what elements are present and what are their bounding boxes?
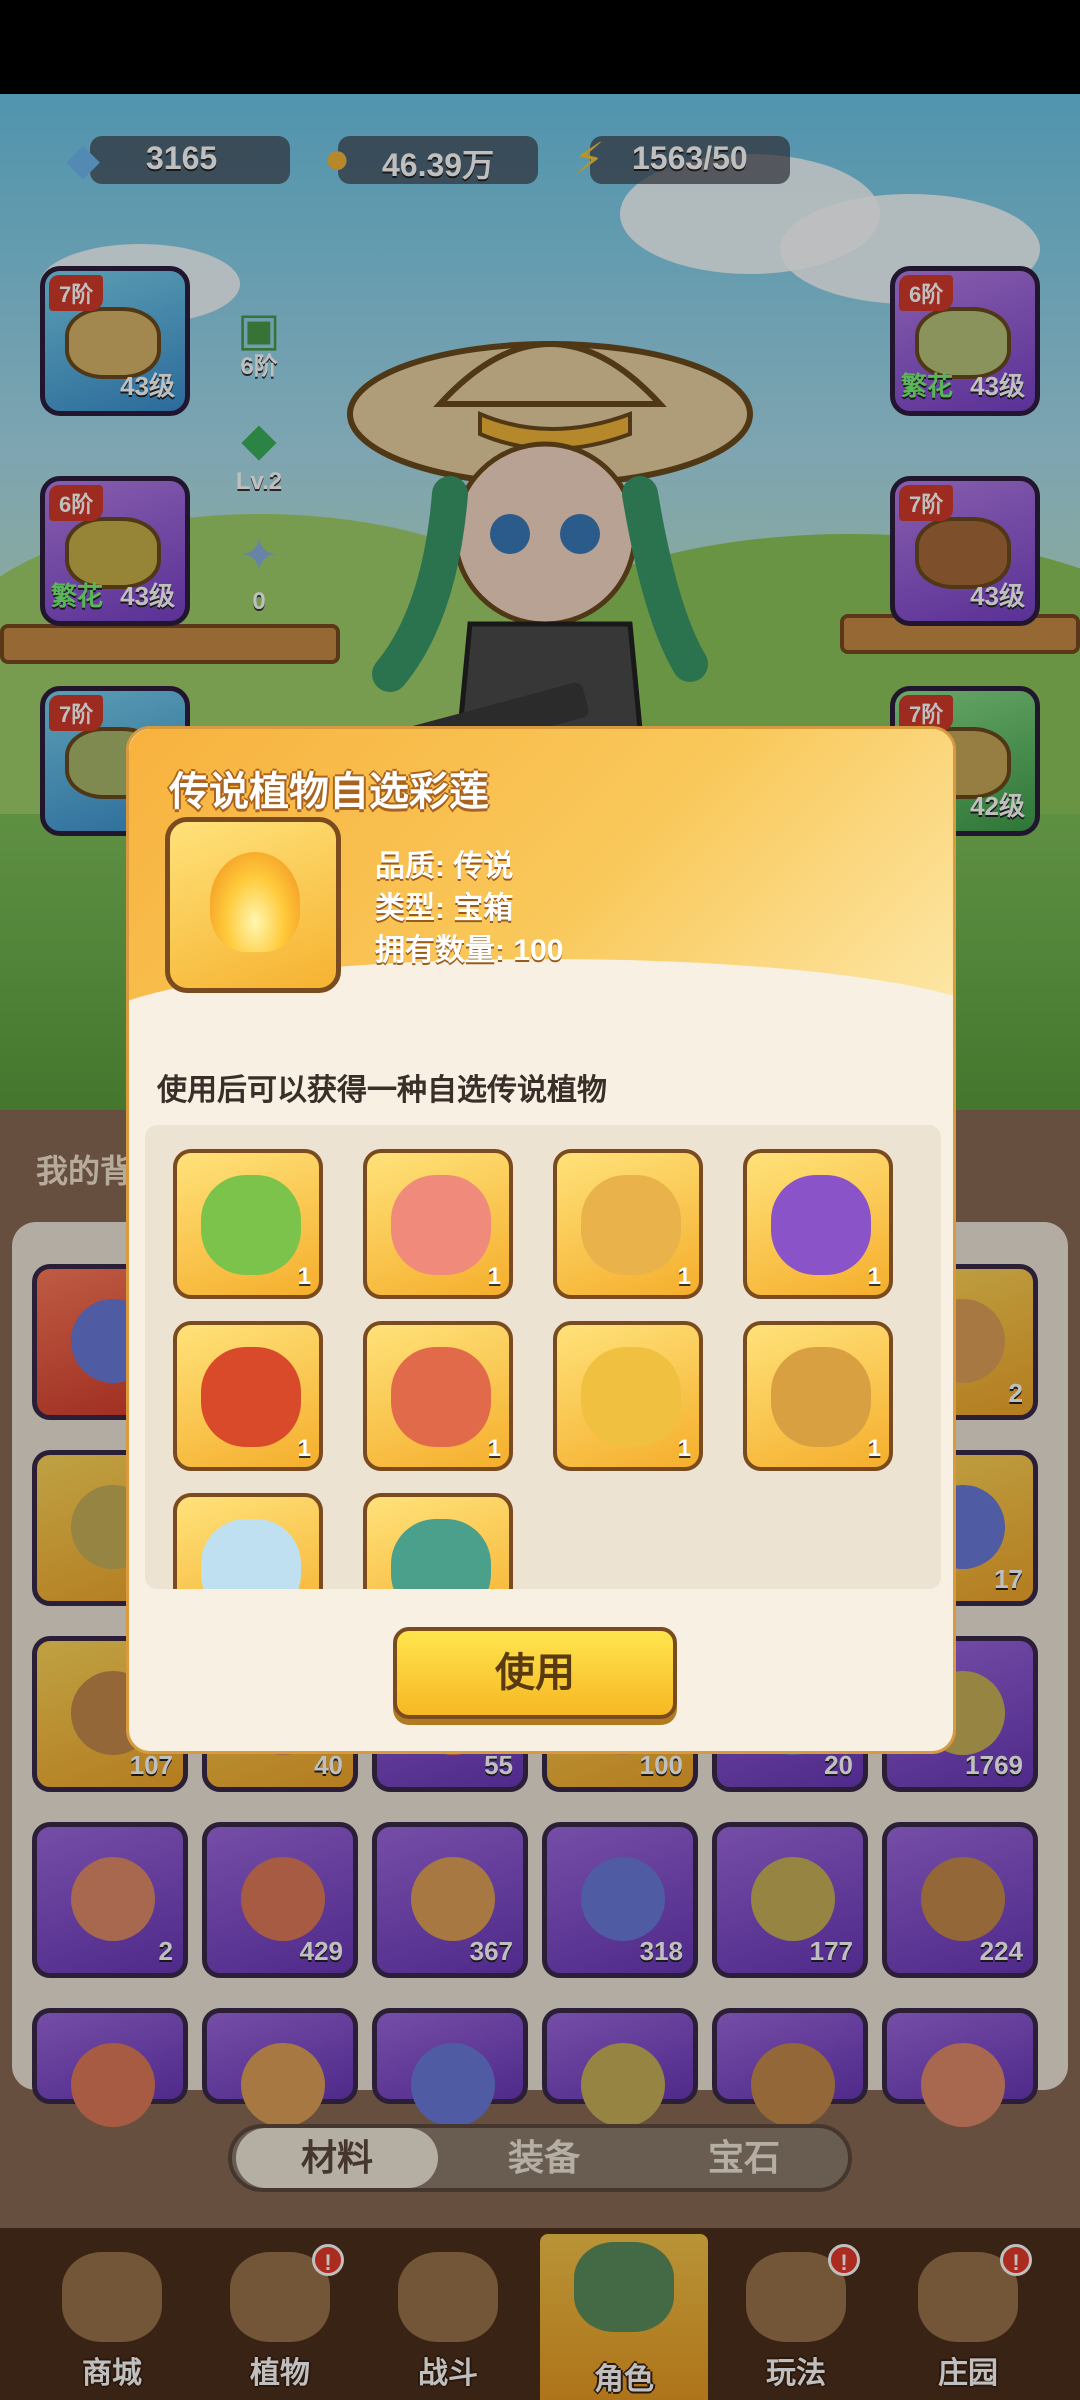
plant-option[interactable]: 1 — [743, 1321, 893, 1471]
plant-portrait — [201, 1175, 301, 1275]
plant-portrait — [771, 1175, 871, 1275]
modal-title: 传说植物自选彩莲 — [169, 770, 489, 814]
plant-count: 1 — [297, 1263, 311, 1290]
status-bar — [0, 0, 1080, 94]
plant-portrait — [391, 1519, 491, 1589]
plant-option[interactable]: 1 — [363, 1321, 513, 1471]
item-detail-modal: 传说植物自选彩莲 品质: 传说 类型: 宝箱 拥有数量: 100 使用后可以获得… — [126, 726, 956, 1754]
item-quality: 品质: 传说 — [375, 850, 514, 883]
plant-option[interactable]: 1 — [363, 1149, 513, 1299]
plant-count: 1 — [867, 1435, 881, 1462]
item-owned: 拥有数量: 100 — [375, 934, 564, 967]
plant-count: 1 — [487, 1435, 501, 1462]
plant-choice-grid[interactable]: 1 1 1 1 1 1 1 1 — [145, 1125, 941, 1589]
plant-option[interactable]: 1 — [173, 1149, 323, 1299]
plant-option[interactable] — [363, 1493, 513, 1589]
plant-option[interactable]: 1 — [743, 1149, 893, 1299]
plant-option[interactable]: 1 — [553, 1149, 703, 1299]
lotus-flame-icon — [210, 852, 300, 952]
item-type: 类型: 宝箱 — [375, 892, 514, 925]
plant-count: 1 — [867, 1263, 881, 1290]
item-icon-frame — [165, 817, 341, 993]
plant-count: 1 — [677, 1263, 691, 1290]
plant-option[interactable]: 1 — [553, 1321, 703, 1471]
plant-portrait — [391, 1347, 491, 1447]
plant-option[interactable] — [173, 1493, 323, 1589]
item-description: 使用后可以获得一种自选传说植物 — [157, 1074, 607, 1107]
plant-count: 1 — [677, 1435, 691, 1462]
plant-count: 1 — [487, 1263, 501, 1290]
plant-portrait — [201, 1347, 301, 1447]
plant-portrait — [201, 1519, 301, 1589]
plant-portrait — [581, 1347, 681, 1447]
use-button[interactable]: 使用 — [393, 1627, 677, 1719]
plant-option[interactable]: 1 — [173, 1321, 323, 1471]
plant-portrait — [771, 1347, 871, 1447]
plant-portrait — [391, 1175, 491, 1275]
plant-portrait — [581, 1175, 681, 1275]
plant-count: 1 — [297, 1435, 311, 1462]
